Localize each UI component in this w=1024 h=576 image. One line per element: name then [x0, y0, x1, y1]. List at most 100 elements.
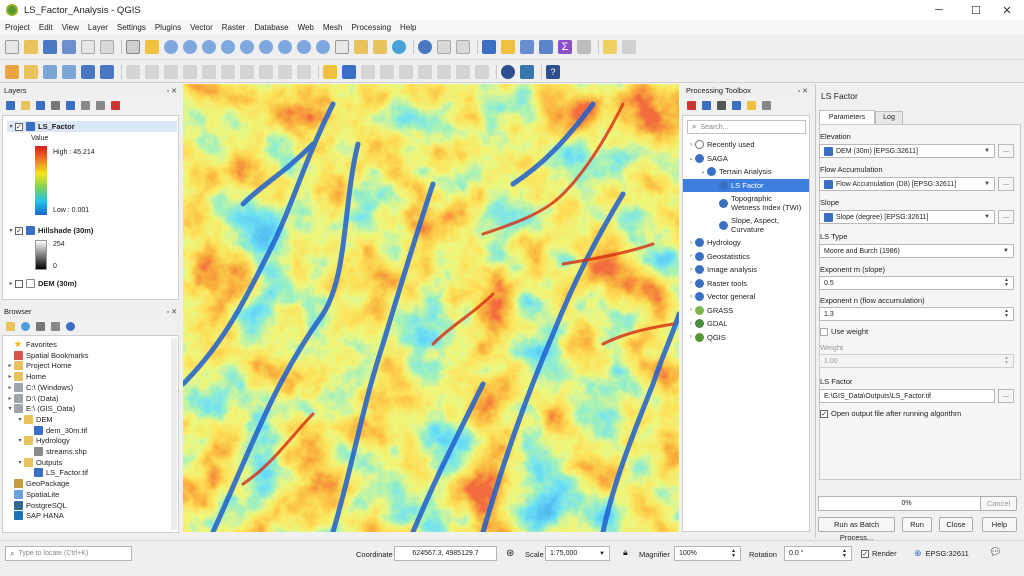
expand-arrow-icon[interactable]: ▾	[16, 416, 24, 423]
slope-browse-button[interactable]: ...	[998, 210, 1014, 224]
toolbox-item[interactable]: ⌄ SAGA	[683, 152, 809, 166]
toolbox-item[interactable]: › Image analysis	[683, 263, 809, 277]
undo-icon[interactable]	[278, 64, 292, 79]
browser-item[interactable]: PostgreSQL	[6, 500, 67, 511]
new-map-view-icon[interactable]	[335, 40, 349, 54]
add-feature-icon[interactable]	[164, 64, 178, 79]
manage-map-themes-icon[interactable]	[36, 100, 45, 110]
exponent-m-spinbox[interactable]: 0.5 ▲ ▼	[819, 276, 1014, 290]
help-button[interactable]: Help	[982, 517, 1017, 532]
spin-arrows-icon[interactable]: ▲ ▼	[1004, 278, 1009, 288]
layer-visibility-checkbox[interactable]: ✓	[15, 122, 23, 131]
toggle-extents-icon[interactable]: ⊛	[506, 548, 514, 559]
toolbox-item[interactable]: › GRASS	[683, 304, 809, 318]
measure-icon[interactable]	[577, 40, 591, 54]
label-icon[interactable]	[323, 64, 337, 79]
menu-help[interactable]: Help	[400, 23, 416, 32]
expand-arrow-icon[interactable]: ›	[687, 253, 695, 259]
menu-mesh[interactable]: Mesh	[323, 23, 343, 32]
coordinate-field[interactable]: 624567.3, 4985129.7	[394, 546, 497, 561]
run-button[interactable]: Run	[902, 517, 932, 532]
locator-field[interactable]: ⌕ Type to locate (Ctrl+K)	[5, 546, 132, 561]
new-layer-icon[interactable]	[24, 64, 38, 79]
expand-arrow-icon[interactable]: ›	[687, 142, 695, 148]
toolbox-item[interactable]: › Geostatistics	[683, 250, 809, 264]
save-project-icon[interactable]	[43, 40, 57, 54]
open-attribute-table-icon[interactable]	[437, 40, 451, 54]
use-weight-checkbox[interactable]	[820, 327, 828, 336]
label-tool-icon[interactable]	[622, 40, 636, 54]
layer-labeling-icon[interactable]	[342, 64, 356, 79]
browser-item[interactable]: Spatial Bookmarks	[6, 350, 89, 361]
menu-edit[interactable]: Edit	[39, 23, 53, 32]
rotate-label-icon[interactable]	[418, 64, 432, 79]
paste-features-icon[interactable]	[259, 64, 273, 79]
menu-web[interactable]: Web	[298, 23, 314, 32]
zoom-selection-icon[interactable]	[240, 40, 254, 54]
toolbox-item[interactable]: › GDAL	[683, 317, 809, 331]
pin-labels-icon[interactable]	[361, 64, 375, 79]
show-hide-labels-icon[interactable]	[380, 64, 394, 79]
slope-select[interactable]: Slope (degree) [EPSG:32611] ▼	[819, 210, 995, 224]
menu-plugins[interactable]: Plugins	[155, 23, 181, 32]
gps-icon[interactable]	[501, 64, 515, 79]
filter-by-expression-icon[interactable]	[66, 100, 75, 110]
zoom-full-icon[interactable]	[221, 40, 235, 54]
elevation-browse-button[interactable]: ...	[998, 144, 1014, 158]
output-path-field[interactable]: E:\GIS_Data\Outputs\LS_Factor.tif	[819, 389, 995, 403]
add-csv-layer-icon[interactable]	[100, 64, 114, 79]
add-selected-layers-icon[interactable]	[6, 321, 15, 331]
layer-dem[interactable]: ▸ DEM (30m)	[7, 278, 77, 289]
edit-features-in-place-icon[interactable]	[747, 100, 756, 110]
pan-to-selection-icon[interactable]	[145, 40, 159, 54]
toolbox-item[interactable]: › Vector general	[683, 290, 809, 304]
collapse-arrow-icon[interactable]: ⌄	[699, 168, 707, 175]
field-calculator-icon[interactable]	[456, 40, 470, 54]
browser-item[interactable]: ★ Favorites	[6, 339, 57, 350]
scripts-icon[interactable]	[702, 100, 711, 110]
collapse-arrow-icon[interactable]: ▾	[7, 227, 15, 234]
menu-project[interactable]: Project	[5, 23, 30, 32]
browser-item[interactable]: dem_30m.tif	[26, 425, 87, 436]
browser-item[interactable]: SAP HANA	[6, 510, 64, 521]
add-vector-layer-icon[interactable]	[43, 64, 57, 79]
menu-layer[interactable]: Layer	[88, 23, 108, 32]
collapse-all-icon[interactable]	[96, 100, 105, 110]
zoom-native-icon[interactable]	[278, 40, 292, 54]
browser-item[interactable]: SpatiaLite	[6, 489, 59, 500]
map-canvas[interactable]	[183, 84, 679, 532]
minimize-button[interactable]: ─	[922, 0, 956, 20]
python-console-icon[interactable]	[520, 64, 534, 79]
statistical-summary-icon[interactable]: Σ	[558, 40, 572, 54]
save-edits-icon[interactable]	[145, 64, 159, 79]
browser-item[interactable]: streams.shp	[26, 446, 87, 457]
browser-item[interactable]: ▸ Project Home	[6, 360, 71, 371]
open-output-row[interactable]: ✓ Open output file after running algorit…	[820, 408, 961, 419]
results-viewer-icon[interactable]	[732, 100, 741, 110]
expand-arrow-icon[interactable]: ▸	[6, 384, 14, 391]
collapse-arrow-icon[interactable]: ▾	[7, 123, 15, 130]
vertex-tool-icon[interactable]	[183, 64, 197, 79]
toolbox-item[interactable]: › Hydrology	[683, 236, 809, 250]
expand-arrow-icon[interactable]: ›	[687, 267, 695, 273]
magnifier-spinbox[interactable]: 100% ▲ ▼	[674, 546, 741, 561]
add-raster-layer-icon[interactable]	[62, 64, 76, 79]
toolbox-item[interactable]: Slope, Aspect, Curvature	[683, 214, 809, 236]
weight-spinbox[interactable]: 1.00 ▲ ▼	[819, 354, 1014, 368]
expand-arrow-icon[interactable]: ▾	[6, 405, 14, 412]
browser-item[interactable]: ▾ Outputs	[16, 457, 62, 468]
show-bookmarks-icon[interactable]	[373, 40, 387, 54]
select-by-value-icon[interactable]	[539, 40, 553, 54]
deselect-icon[interactable]	[520, 40, 534, 54]
collapse-arrow-icon[interactable]: ⌄	[687, 155, 695, 162]
expand-arrow-icon[interactable]: ›	[687, 294, 695, 300]
move-label-icon[interactable]	[399, 64, 413, 79]
expand-arrow-icon[interactable]: ▸	[6, 395, 14, 402]
cancel-button[interactable]: Cancel	[980, 496, 1017, 511]
rotation-spinbox[interactable]: 0.0 ° ▲ ▼	[784, 546, 852, 561]
add-group-icon[interactable]	[21, 100, 30, 110]
expand-arrow-icon[interactable]: ▾	[16, 437, 24, 444]
menu-vector[interactable]: Vector	[190, 23, 213, 32]
filter-browser-icon[interactable]	[36, 321, 45, 331]
toolbox-item[interactable]: LS Factor	[683, 178, 809, 192]
